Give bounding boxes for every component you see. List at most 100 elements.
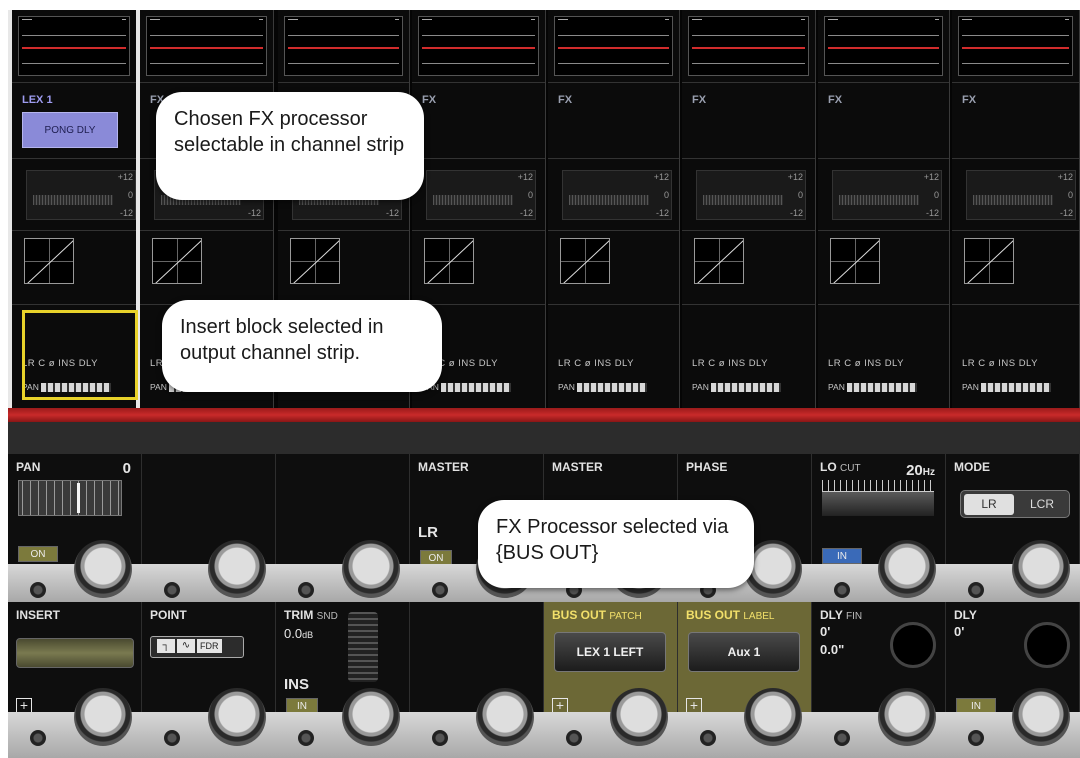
rotary-knob[interactable] bbox=[74, 540, 132, 598]
bus-out-label-button[interactable]: Aux 1 bbox=[688, 632, 800, 672]
select-button[interactable] bbox=[968, 730, 984, 746]
rotary-knob[interactable] bbox=[342, 688, 400, 746]
mode-option-lcr[interactable]: LCR bbox=[1017, 494, 1067, 515]
rotary-knob[interactable] bbox=[342, 540, 400, 598]
mode-toggle[interactable]: LR LCR bbox=[960, 490, 1070, 518]
select-button[interactable] bbox=[432, 730, 448, 746]
select-button[interactable] bbox=[968, 582, 984, 598]
select-button[interactable] bbox=[30, 582, 46, 598]
dynamics-graph-icon[interactable] bbox=[424, 238, 474, 284]
routing-row[interactable]: LR C ø INS DLY bbox=[692, 358, 768, 369]
insert-block-selection[interactable] bbox=[22, 310, 138, 400]
select-button[interactable] bbox=[432, 582, 448, 598]
bus-out-patch-title: BUS OUT PATCH bbox=[552, 608, 642, 622]
meter-line bbox=[558, 35, 669, 36]
select-button[interactable] bbox=[566, 730, 582, 746]
pan-value: 0 bbox=[122, 460, 131, 477]
eq-display[interactable]: +12 0 -12 bbox=[832, 170, 942, 220]
routing-row[interactable]: LR C ø INS DLY bbox=[962, 358, 1038, 369]
select-button[interactable] bbox=[700, 730, 716, 746]
eq-display[interactable]: +12 0 -12 bbox=[966, 170, 1076, 220]
pan-on-button[interactable]: ON bbox=[18, 546, 58, 562]
rotary-knob[interactable] bbox=[1012, 688, 1070, 746]
channel-strip[interactable]: FX +12 0 -12 LR C ø INS DLY PAN bbox=[818, 10, 950, 410]
trim-unit: dB bbox=[302, 630, 314, 640]
master-title-1: MASTER bbox=[418, 460, 469, 474]
pan-display bbox=[18, 480, 122, 516]
channel-strip[interactable]: FX +12 0 -12 LR C ø INS DLY PAN bbox=[682, 10, 816, 410]
select-button[interactable] bbox=[298, 582, 314, 598]
dynamics-graph-icon[interactable] bbox=[290, 238, 340, 284]
pan-label: PAN bbox=[558, 382, 575, 392]
eq-scale-mid: 0 bbox=[127, 190, 133, 200]
rotary-knob[interactable] bbox=[878, 688, 936, 746]
routing-row[interactable]: LR C ø INS DLY bbox=[558, 358, 634, 369]
rotary-knob[interactable] bbox=[878, 540, 936, 598]
select-button[interactable] bbox=[834, 582, 850, 598]
mode-title: MODE bbox=[954, 460, 990, 474]
fx-label: FX bbox=[558, 94, 573, 106]
rotary-knob[interactable] bbox=[476, 688, 534, 746]
eq-curve bbox=[569, 195, 649, 205]
meter-red-line bbox=[22, 47, 126, 49]
channel-strip[interactable]: LEX 1 PONG DLY +12 0 -12 LR C ø INS DLY … bbox=[8, 10, 140, 410]
dynamics-graph-icon[interactable] bbox=[964, 238, 1014, 284]
point-selector[interactable]: ┐ ∿ FDR bbox=[150, 636, 244, 658]
lo-cut-in-button[interactable]: IN bbox=[822, 548, 862, 564]
dynamics-graph-icon[interactable] bbox=[694, 238, 744, 284]
pan-row[interactable]: PAN bbox=[558, 382, 647, 393]
channel-strip[interactable]: FX +12 0 -12 LR C ø INS DLY PAN bbox=[952, 10, 1080, 410]
pan-row[interactable]: PAN bbox=[828, 382, 917, 393]
rotary-knob[interactable] bbox=[610, 688, 668, 746]
pan-row[interactable]: PAN bbox=[692, 382, 781, 393]
meter-tick bbox=[531, 19, 535, 22]
select-button[interactable] bbox=[164, 582, 180, 598]
meter-display bbox=[554, 16, 673, 76]
select-button[interactable] bbox=[164, 730, 180, 746]
eq-display[interactable]: +12 0 -12 bbox=[696, 170, 806, 220]
meter-tick bbox=[422, 19, 432, 22]
meter-tick bbox=[150, 19, 160, 22]
meter-tick bbox=[962, 19, 972, 22]
pan-bar bbox=[980, 383, 1051, 393]
divider bbox=[818, 158, 949, 159]
rotary-knob[interactable] bbox=[74, 688, 132, 746]
dynamics-graph-icon[interactable] bbox=[830, 238, 880, 284]
routing-row[interactable]: LR C ø INS DLY bbox=[828, 358, 904, 369]
select-button[interactable] bbox=[30, 730, 46, 746]
meter-line bbox=[150, 35, 263, 36]
dynamics-graph-icon[interactable] bbox=[152, 238, 202, 284]
divider bbox=[952, 230, 1079, 231]
pan-row[interactable]: PAN bbox=[422, 382, 511, 393]
channel-strip[interactable]: FX +12 0 -12 LR C ø INS DLY PAN bbox=[548, 10, 680, 410]
eq-scale-mid: 0 bbox=[663, 190, 669, 200]
rotary-knob[interactable] bbox=[744, 688, 802, 746]
mode-option-lr[interactable]: LR bbox=[964, 494, 1014, 515]
fx-label: FX bbox=[962, 94, 977, 106]
fdr-label: FDR bbox=[197, 639, 222, 654]
select-button[interactable] bbox=[298, 730, 314, 746]
trim-title-text: TRIM bbox=[284, 608, 314, 622]
rotary-knob[interactable] bbox=[208, 540, 266, 598]
pan-row[interactable]: PAN bbox=[962, 382, 1051, 393]
eq-scale-bottom: -12 bbox=[925, 208, 939, 218]
eq-display[interactable]: +12 0 -12 bbox=[26, 170, 136, 220]
dynamics-graph-icon[interactable] bbox=[560, 238, 610, 284]
point-title: POINT bbox=[150, 608, 187, 622]
eq-scale-mid: 0 bbox=[797, 190, 803, 200]
callout-bus-out: FX Processor selected via {BUS OUT} bbox=[478, 500, 754, 588]
meter-line bbox=[962, 35, 1069, 36]
eq-display[interactable]: +12 0 -12 bbox=[562, 170, 672, 220]
insert-button[interactable] bbox=[16, 638, 134, 668]
select-button[interactable] bbox=[834, 730, 850, 746]
dynamics-graph-icon[interactable] bbox=[24, 238, 74, 284]
bus-out-patch-button[interactable]: LEX 1 LEFT bbox=[554, 632, 666, 672]
master-value: LR bbox=[418, 524, 438, 541]
eq-display[interactable]: +12 0 -12 bbox=[426, 170, 536, 220]
pan-label: PAN bbox=[962, 382, 979, 392]
rotary-knob[interactable] bbox=[1012, 540, 1070, 598]
post-curve-icon: ∿ bbox=[177, 639, 195, 654]
dly-fin-title-sub: FIN bbox=[846, 611, 863, 622]
fx-processor-button[interactable]: PONG DLY bbox=[22, 112, 118, 148]
rotary-knob[interactable] bbox=[208, 688, 266, 746]
